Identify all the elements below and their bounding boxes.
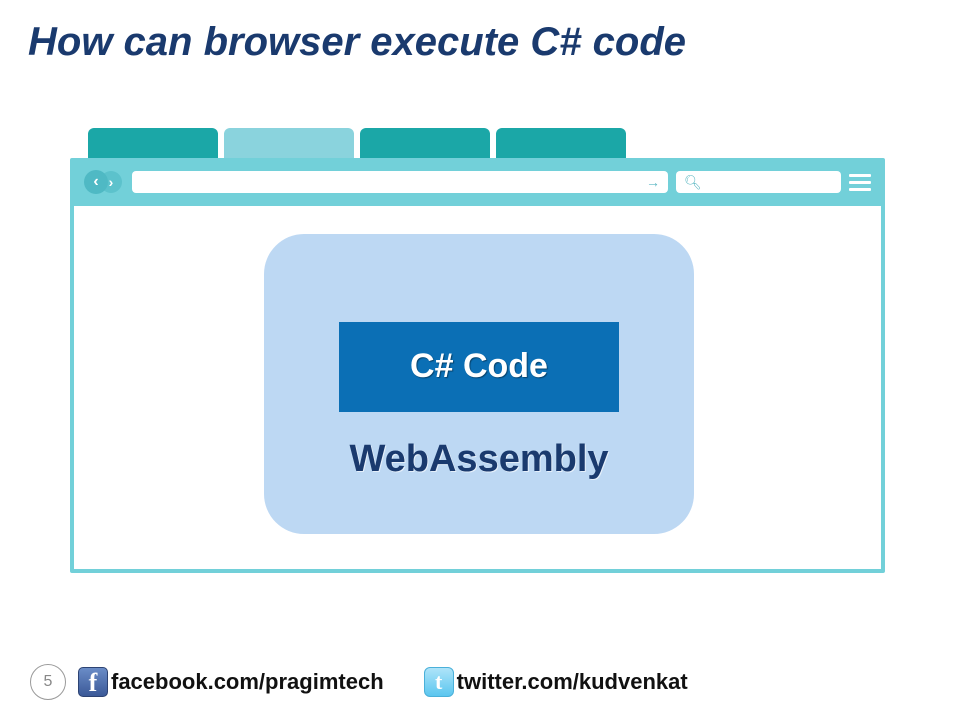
facebook-icon: f [78,667,108,697]
slide-title: How can browser execute C# code [28,20,686,65]
slide-footer: 5 f facebook.com/pragimtech t twitter.co… [0,664,960,700]
facebook-text: facebook.com/pragimtech [111,669,384,695]
browser-toolbar: ‹ › → 🔍︎ [74,162,881,206]
browser-tab [496,128,626,158]
page-number: 5 [30,664,66,700]
csharp-label: C# Code [410,347,548,386]
browser-tab [88,128,218,158]
hamburger-icon [849,172,871,193]
twitter-link: t twitter.com/kudvenkat [396,667,688,697]
back-icon: ‹ [84,170,108,194]
search-bar: 🔍︎ [676,171,841,193]
browser-viewport: C# Code WebAssembly [74,206,881,569]
webassembly-label: WebAssembly [349,438,608,481]
facebook-link: f facebook.com/pragimtech [78,667,384,697]
browser-illustration: ‹ › → 🔍︎ C# Code WebAssembly [70,128,885,573]
browser-tab [224,128,354,158]
search-icon: 🔍︎ [684,174,702,191]
csharp-box: C# Code [339,322,619,412]
nav-buttons: ‹ › [84,169,124,195]
webassembly-box: C# Code WebAssembly [264,234,694,534]
address-bar: → [132,171,668,193]
browser-body: ‹ › → 🔍︎ C# Code WebAssembly [70,158,885,573]
twitter-text: twitter.com/kudvenkat [457,669,688,695]
browser-tabs [70,128,885,158]
go-arrow-icon: → [646,174,660,190]
browser-tab [360,128,490,158]
twitter-icon: t [424,667,454,697]
